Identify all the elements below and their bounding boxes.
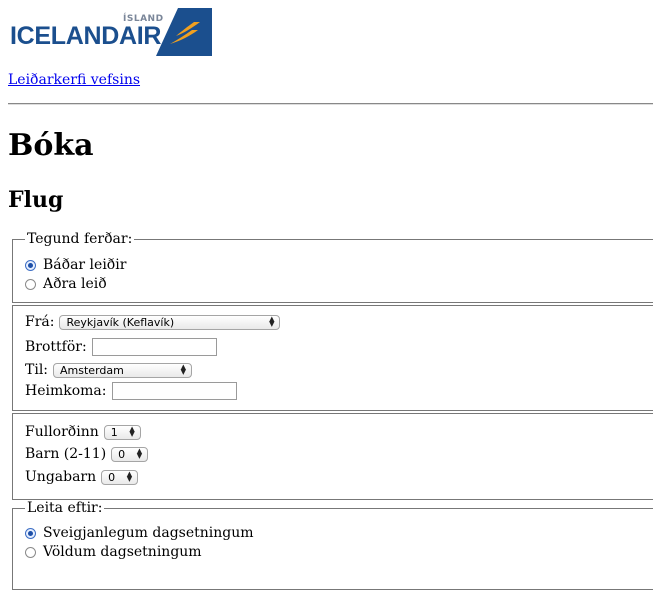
select-arrows-icon: ▲ ▼ bbox=[269, 315, 275, 328]
round-trip-label: Báðar leiðir bbox=[43, 257, 127, 273]
one-way-radio[interactable] bbox=[25, 278, 36, 290]
children-row: Barn (2-11) 0 ▲ ▼ bbox=[25, 446, 149, 462]
selected-dates-label: Völdum dagsetningum bbox=[43, 544, 202, 560]
adults-select[interactable]: 1 ▲ ▼ bbox=[103, 424, 141, 440]
selected-dates-radio[interactable] bbox=[25, 546, 36, 558]
return-label: Heimkoma: bbox=[25, 383, 107, 399]
section-title: Flug bbox=[8, 187, 64, 213]
to-value: Amsterdam bbox=[60, 363, 124, 377]
select-arrows-icon: ▲ ▼ bbox=[126, 470, 133, 483]
page-title: Bóka bbox=[8, 128, 94, 163]
to-select[interactable]: Amsterdam ▲ ▼ bbox=[53, 362, 193, 378]
logo-brand: ICELANDAIR bbox=[10, 22, 162, 50]
site-map-link[interactable]: Leiðarkerfi vefsins bbox=[8, 72, 140, 88]
adults-row: Fullorðinn 1 ▲ ▼ bbox=[25, 424, 141, 440]
from-select[interactable]: Reykjavík (Keflavík) ▲ ▼ bbox=[59, 314, 281, 330]
from-label: Frá: bbox=[25, 314, 55, 330]
select-arrows-icon: ▲ ▼ bbox=[180, 363, 187, 376]
return-row: Heimkoma: bbox=[25, 382, 237, 400]
infants-select[interactable]: 0 ▲ ▼ bbox=[101, 469, 139, 485]
infants-value: 0 bbox=[108, 470, 116, 484]
one-way-option[interactable]: Aðra leið bbox=[25, 276, 107, 292]
children-label: Barn (2-11) bbox=[25, 446, 107, 462]
children-select[interactable]: 0 ▲ ▼ bbox=[111, 446, 149, 462]
select-arrows-icon: ▲ ▼ bbox=[136, 447, 143, 460]
adults-label: Fullorðinn bbox=[25, 424, 99, 440]
departure-label: Brottför: bbox=[25, 339, 87, 355]
from-row: Frá: Reykjavík (Keflavík) ▲ ▼ bbox=[25, 314, 281, 330]
infants-row: Ungabarn 0 ▲ ▼ bbox=[25, 469, 139, 485]
infants-label: Ungabarn bbox=[25, 469, 97, 485]
search-by-legend: Leita eftir: bbox=[25, 500, 105, 516]
logo-tail-icon bbox=[156, 8, 212, 56]
search-by-fieldset: Leita eftir: Sveigjanlegum dagsetningum … bbox=[12, 500, 653, 590]
to-row: Til: Amsterdam ▲ ▼ bbox=[25, 362, 193, 378]
one-way-label: Aðra leið bbox=[43, 276, 107, 292]
round-trip-option[interactable]: Báðar leiðir bbox=[25, 257, 126, 273]
passengers-fieldset: Fullorðinn 1 ▲ ▼ Barn (2-11) 0 ▲ ▼ Ungabar… bbox=[12, 413, 653, 500]
children-value: 0 bbox=[118, 447, 126, 461]
selected-dates-option[interactable]: Völdum dagsetningum bbox=[25, 544, 202, 560]
flexible-dates-label: Sveigjanlegum dagsetningum bbox=[43, 525, 254, 541]
departure-row: Brottför: bbox=[25, 338, 217, 356]
departure-date-input[interactable] bbox=[91, 338, 217, 356]
from-value: Reykjavík (Keflavík) bbox=[66, 315, 175, 329]
trip-type-legend: Tegund ferðar: bbox=[25, 231, 135, 247]
adults-value: 1 bbox=[110, 425, 118, 439]
select-arrows-icon: ▲ ▼ bbox=[129, 425, 135, 438]
to-label: Til: bbox=[25, 362, 49, 378]
return-date-input[interactable] bbox=[111, 382, 237, 400]
trip-type-fieldset: Tegund ferðar: Báðar leiðir Aðra leið bbox=[12, 231, 653, 303]
route-fieldset: Frá: Reykjavík (Keflavík) ▲ ▼ Brottför: T… bbox=[12, 305, 653, 411]
flexible-dates-radio[interactable] bbox=[25, 527, 36, 539]
round-trip-radio[interactable] bbox=[25, 259, 36, 271]
divider bbox=[8, 103, 653, 105]
flexible-dates-option[interactable]: Sveigjanlegum dagsetningum bbox=[25, 525, 254, 541]
icelandair-logo[interactable]: ÍSLAND ICELANDAIR bbox=[8, 8, 212, 56]
